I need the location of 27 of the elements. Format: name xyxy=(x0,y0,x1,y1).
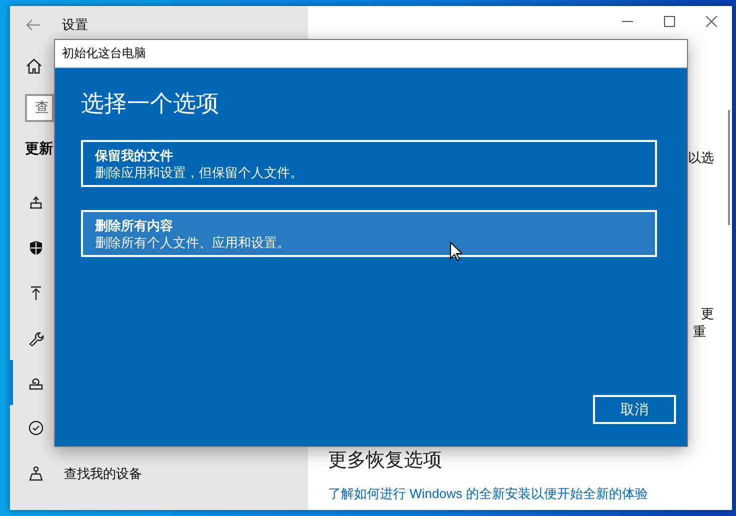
cancel-button[interactable]: 取消 xyxy=(593,395,676,424)
text-fragment: 重 xyxy=(693,323,706,341)
check-circle-icon[interactable] xyxy=(28,420,44,436)
dialog-heading: 选择一个选项 xyxy=(81,89,220,118)
option-button[interactable]: 删除所有内容 删除所有个人文件、应用和设置。 xyxy=(81,210,657,257)
upload-icon[interactable] xyxy=(28,284,44,300)
close-icon[interactable] xyxy=(706,16,716,26)
cursor-icon xyxy=(450,242,462,261)
person-icon[interactable] xyxy=(28,466,44,482)
text-fragment: 更 xyxy=(701,305,714,323)
section-heading: 更多恢复选项 xyxy=(328,449,442,473)
dialog-title: 初始化这台电脑 xyxy=(62,45,146,62)
scrollbar[interactable] xyxy=(728,110,730,225)
nav-label[interactable]: 查找我的设备 xyxy=(64,464,142,482)
shield-icon[interactable] xyxy=(28,240,44,256)
text-fragment: 以选 xyxy=(688,149,714,167)
window-title: 设置 xyxy=(62,16,88,34)
link[interactable]: 了解如何进行 Windows 的全新安装以便开始全新的体验 xyxy=(328,485,648,503)
minimize-icon[interactable] xyxy=(622,20,632,22)
backup-icon[interactable] xyxy=(28,194,44,210)
home-icon[interactable] xyxy=(26,58,42,74)
search-field[interactable]: 查 xyxy=(25,94,54,122)
section-heading: 更新 xyxy=(25,140,53,158)
maximize-icon[interactable] xyxy=(664,16,674,26)
option-button[interactable]: 保留我的文件 删除应用和设置，但保留个人文件。 xyxy=(81,140,657,187)
back-arrow-icon[interactable] xyxy=(26,19,40,31)
wrench-icon[interactable] xyxy=(28,330,44,346)
